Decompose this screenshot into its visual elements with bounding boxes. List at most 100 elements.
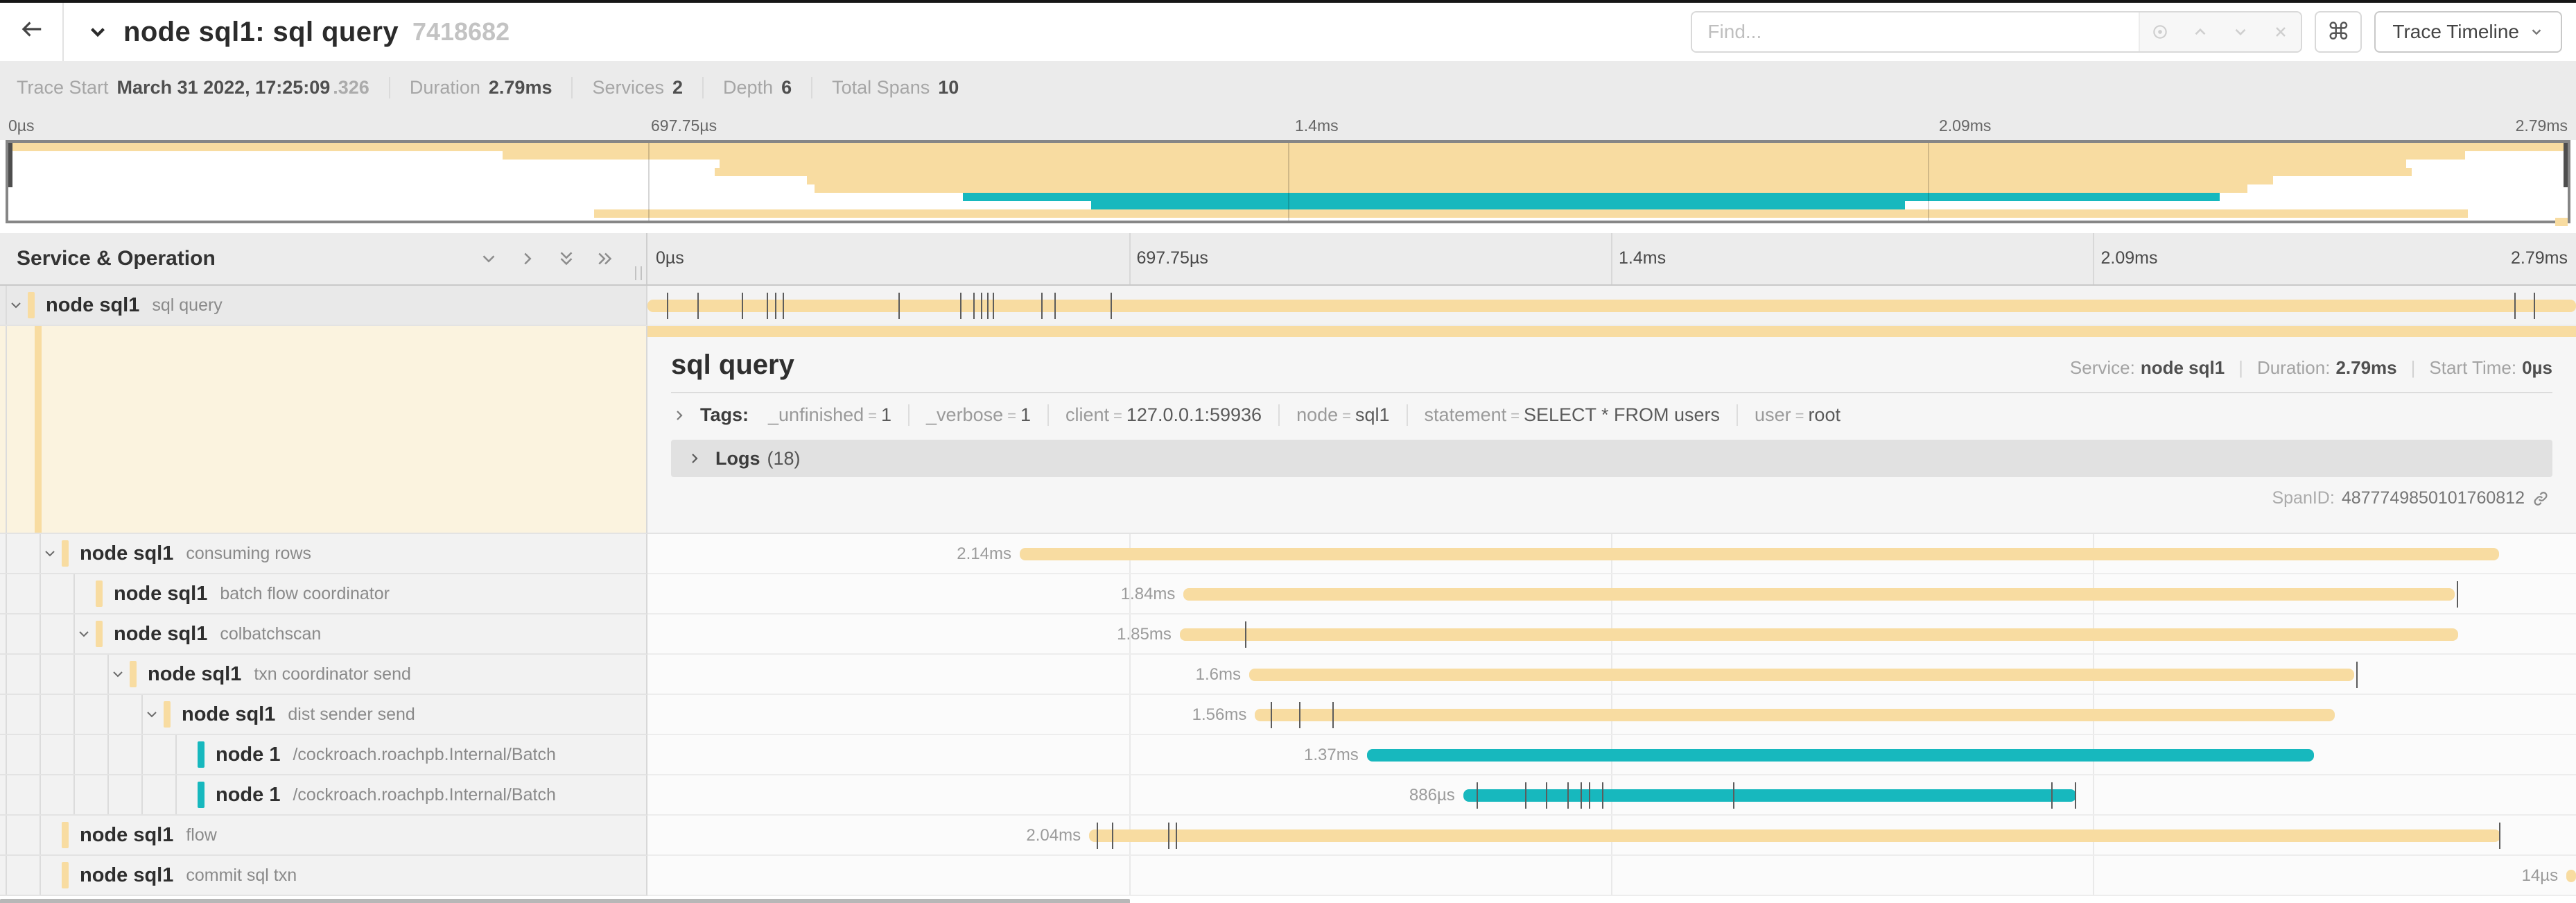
span-tree-cell[interactable]: node sql1consuming rows	[0, 534, 647, 574]
span-row[interactable]: node sql1consuming rows2.14ms	[0, 534, 2576, 574]
span-row[interactable]: node sql1sql query	[0, 286, 2576, 326]
span-row[interactable]: node sql1batch flow coordinator 1.84ms	[0, 574, 2576, 614]
view-selector-button[interactable]: Trace Timeline	[2374, 11, 2562, 53]
span-timeline-cell[interactable]: 1.56ms	[647, 695, 2576, 735]
find-prev-chevron-up-icon[interactable]	[2180, 12, 2220, 51]
trace-summary-item: Trace StartMarch 31 2022, 17:25:09.326	[17, 77, 390, 98]
collapse-all-double-chevron-down-icon[interactable]	[556, 248, 577, 269]
span-duration-bar[interactable]	[1255, 709, 2335, 721]
expand-chevron-down-icon[interactable]	[140, 706, 164, 723]
span-tree-cell[interactable]: node sql1txn coordinator send	[0, 655, 647, 695]
tree-guide-line	[40, 655, 41, 694]
tag-equals: =	[868, 407, 877, 424]
span-timeline-cell[interactable]: 1.37ms	[647, 735, 2576, 775]
log-marker-tick	[1332, 702, 1334, 728]
operation-name: /cockroach.roachpb.Internal/Batch	[293, 785, 555, 805]
tag-key: user	[1755, 404, 1791, 425]
span-row[interactable]: node sql1dist sender send1.56ms	[0, 695, 2576, 735]
back-button[interactable]	[0, 3, 64, 61]
span-duration-bar[interactable]	[1249, 669, 2354, 681]
copy-link-icon[interactable]	[2532, 490, 2550, 508]
span-row[interactable]: node sql1commit sql txn14µs	[0, 856, 2576, 896]
duration-label: Duration:	[2257, 357, 2331, 379]
ruler-label: 1.4ms	[1619, 248, 1666, 268]
timeline-minimap[interactable]	[6, 140, 2570, 223]
log-marker-tick	[1567, 782, 1569, 809]
span-timeline-cell[interactable]: 2.04ms	[647, 816, 2576, 856]
span-timeline-cell[interactable]: 1.6ms	[647, 655, 2576, 695]
span-tree-cell[interactable]: node sql1dist sender send	[0, 695, 647, 735]
span-duration-bar[interactable]	[1183, 588, 2454, 601]
minimap-left-handle[interactable]	[8, 143, 12, 187]
find-clear-x-icon[interactable]	[2261, 12, 2301, 51]
tree-guide-line	[141, 735, 143, 774]
collapse-one-chevron-down-icon[interactable]	[478, 248, 499, 269]
span-row[interactable]: node sql1txn coordinator send1.6ms	[0, 655, 2576, 695]
span-duration-bar[interactable]	[1180, 628, 2458, 641]
span-row[interactable]: node sql1flow2.04ms	[0, 816, 2576, 856]
span-timeline-cell[interactable]: 2.14ms	[647, 534, 2576, 574]
span-duration-label: 1.84ms	[1121, 574, 1176, 614]
trace-summary-label: Services	[592, 77, 664, 98]
expand-chevron-down-icon[interactable]	[72, 626, 96, 642]
minimap-right-handle[interactable]	[2564, 143, 2568, 187]
operation-name: batch flow coordinator	[220, 584, 390, 604]
span-tree-cell[interactable]: node 1/cockroach.roachpb.Internal/Batch	[0, 775, 647, 816]
log-marker-tick	[1245, 621, 1246, 648]
tree-guide-line	[6, 534, 7, 573]
find-group	[1691, 11, 2302, 53]
log-marker-tick	[2534, 293, 2535, 319]
span-duration-bar[interactable]	[2566, 870, 2576, 882]
trace-summary-item: Services2	[573, 77, 704, 98]
span-tree-cell[interactable]: node 1/cockroach.roachpb.Internal/Batch	[0, 735, 647, 775]
span-id-value: 4877749850101760812	[2342, 488, 2525, 508]
locate-icon[interactable]	[2140, 12, 2180, 51]
tree-guide-line	[107, 695, 109, 734]
tag-equals: =	[1511, 407, 1520, 424]
span-tree-cell[interactable]: node sql1sql query	[0, 286, 647, 326]
span-timeline-cell[interactable]	[647, 286, 2576, 326]
span-row[interactable]: node 1/cockroach.roachpb.Internal/Batch1…	[0, 735, 2576, 775]
span-tree-cell[interactable]: node sql1colbatchscan	[0, 614, 647, 655]
operation-name: commit sql txn	[186, 866, 297, 886]
expand-chevron-down-icon[interactable]	[38, 545, 62, 562]
expand-one-chevron-right-icon[interactable]	[517, 248, 538, 269]
span-row[interactable]: node sql1colbatchscan1.85ms	[0, 614, 2576, 655]
log-marker-tick	[767, 293, 768, 319]
span-duration-bar[interactable]	[1020, 548, 2499, 560]
span-duration-bar[interactable]	[647, 300, 2576, 312]
tree-guide-line	[175, 775, 177, 814]
expand-chevron-down-icon[interactable]	[4, 297, 28, 313]
logs-accordion[interactable]: Logs (18)	[671, 440, 2552, 477]
column-resize-grip[interactable]	[635, 266, 642, 280]
tags-accordion[interactable]: Tags: _unfinished=1_verbose=1client=127.…	[671, 404, 2552, 426]
tree-guide-line	[6, 775, 7, 814]
page-header: node sql1: sql query 7418682	[0, 3, 2576, 61]
span-timeline-cell[interactable]: 14µs	[647, 856, 2576, 896]
span-duration-bar[interactable]	[1367, 749, 2314, 762]
span-duration-bar[interactable]	[1089, 829, 2500, 842]
collapse-trace-chevron-icon[interactable]	[86, 20, 110, 44]
tree-guide-line	[40, 816, 41, 854]
keyboard-shortcuts-button[interactable]: ⌘	[2315, 11, 2362, 53]
chevron-right-icon	[686, 450, 703, 467]
span-timeline-cell[interactable]: 1.84ms	[647, 574, 2576, 614]
span-duration-label: 886µs	[1409, 775, 1455, 816]
divider: |	[2238, 357, 2243, 379]
span-row[interactable]: node 1/cockroach.roachpb.Internal/Batch 8…	[0, 775, 2576, 816]
span-timeline-cell[interactable]: 886µs	[647, 775, 2576, 816]
minimap-span-bar	[815, 184, 2248, 193]
expand-all-double-chevron-right-icon[interactable]	[595, 248, 616, 269]
span-timeline-cell[interactable]: 1.85ms	[647, 614, 2576, 655]
span-duration-bar[interactable]	[1463, 789, 2077, 802]
span-tree-cell[interactable]: node sql1commit sql txn	[0, 856, 647, 896]
span-duration-bar[interactable]	[647, 326, 2576, 337]
page-title: node sql1: sql query	[123, 17, 399, 48]
span-detail-card: sql query Service: node sql1 | Duration:…	[647, 337, 2576, 508]
find-next-chevron-down-icon[interactable]	[2220, 12, 2261, 51]
span-tree-cell[interactable]: node sql1batch flow coordinator	[0, 574, 647, 614]
horizontal-scrollbar[interactable]	[0, 899, 1130, 903]
span-tree-cell[interactable]: node sql1flow	[0, 816, 647, 856]
expand-chevron-down-icon[interactable]	[106, 666, 130, 682]
find-input[interactable]	[1692, 12, 2139, 51]
